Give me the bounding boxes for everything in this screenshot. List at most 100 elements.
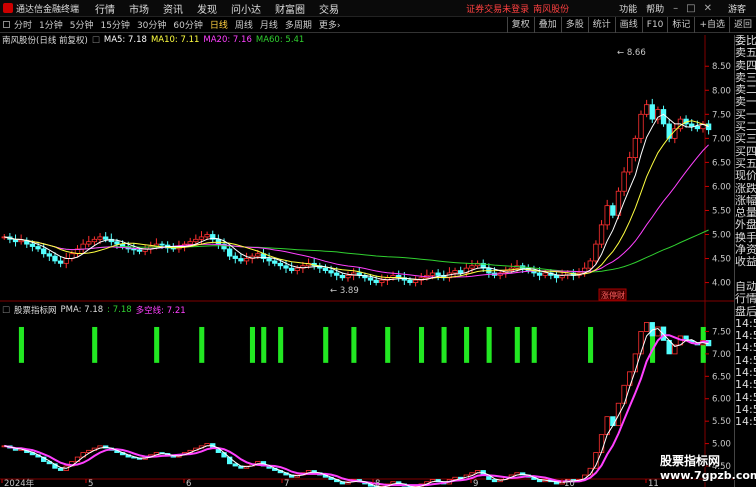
candle-body — [593, 243, 599, 262]
indicator-y-tick-label: 6.00 — [712, 395, 731, 405]
maximize-icon[interactable]: □ — [686, 3, 695, 14]
indicator-bar — [441, 326, 447, 363]
period-60min[interactable]: 60分钟 — [173, 18, 202, 31]
candle-body — [238, 258, 244, 262]
kline-chart-canvas[interactable]: 8.50 8.00 7.50 7.00 6.50 6.00 5.50 5.00 4.50 4.00… — [0, 35, 734, 487]
period-toolbar: 分时 1分钟 5分钟 15分钟 30分钟 60分钟 日线 周线 月线 多周期 更… — [0, 17, 756, 33]
period-30min[interactable]: 30分钟 — [137, 18, 166, 31]
candle-body — [29, 243, 36, 247]
menu-item-wenxiaoda[interactable]: 问小达 — [231, 1, 261, 16]
candle-body — [328, 270, 334, 274]
minimize-icon[interactable]: – — [673, 3, 678, 14]
tool-huaxian-button[interactable]: 画线 — [614, 17, 642, 33]
candle-body — [339, 274, 346, 279]
side-panel-item: 14:50 — [735, 354, 756, 367]
period-daily[interactable]: 日线 — [210, 18, 228, 31]
close-icon[interactable]: ✕ — [704, 3, 712, 14]
period-15min[interactable]: 15分钟 — [100, 18, 129, 31]
ma10-line — [4, 120, 709, 280]
x-tick-label: 7 — [284, 479, 289, 487]
x-tick-label: 5 — [88, 479, 93, 487]
candle-body — [283, 265, 289, 269]
period-monthly[interactable]: 月线 — [260, 18, 278, 31]
period-fenshi[interactable]: 分时 — [14, 18, 32, 31]
main-y-tick-label: 6.00 — [712, 182, 731, 192]
candle-body — [689, 123, 695, 127]
candle-body — [469, 265, 475, 269]
side-panel-item: 买一 — [735, 108, 756, 121]
candle-body — [187, 241, 193, 245]
indicator-bar — [486, 326, 492, 363]
tool-diejia-button[interactable]: 叠加 — [533, 17, 561, 33]
low-price-marker: ← 3.89 — [330, 286, 359, 296]
menu-item-jiaoyi[interactable]: 交易 — [319, 1, 339, 16]
menu-item-gongneng[interactable]: 功能 — [619, 2, 637, 15]
x-tick-label: 10 — [564, 479, 575, 487]
panel-toggle-checkbox[interactable] — [3, 21, 10, 28]
candle-body — [458, 270, 464, 274]
menu-item-bangzhu[interactable]: 帮助 — [646, 2, 664, 15]
side-panel-item: 换手 — [735, 231, 756, 244]
candle-body — [159, 243, 165, 246]
candle-body — [345, 274, 351, 279]
tool-duogu-button[interactable]: 多股 — [560, 17, 588, 33]
tool-biaoji-button[interactable]: 标记 — [667, 17, 694, 33]
indicator-bar — [199, 326, 205, 363]
side-panel-item: 14:50 — [735, 391, 756, 404]
tool-zixuan-button[interactable]: +自选 — [694, 17, 729, 33]
menu-item-zixun[interactable]: 资讯 — [163, 1, 183, 16]
side-panel-item: 14:50 — [735, 342, 756, 355]
candle-body — [57, 260, 64, 264]
candle-body — [41, 248, 47, 255]
side-panel-item: 卖一 — [735, 96, 756, 109]
indicator-candle — [57, 467, 64, 471]
candle-body — [604, 205, 610, 226]
candle-body — [632, 137, 639, 158]
period-multi[interactable]: 多周期 — [285, 18, 312, 31]
candle-body — [610, 205, 616, 216]
candle-body — [193, 238, 199, 243]
side-panel-item: 外盘 — [735, 219, 756, 232]
tool-f10-button[interactable]: F10 — [641, 17, 668, 33]
menu-item-hangqing[interactable]: 行情 — [95, 1, 115, 16]
tool-tongji-button[interactable]: 统计 — [587, 17, 615, 33]
main-y-tick-label: 7.50 — [712, 110, 731, 120]
candle-body — [435, 272, 441, 276]
menu-item-shichang[interactable]: 市场 — [129, 1, 149, 16]
candle-body — [86, 241, 92, 245]
login-alert[interactable]: 证券交易未登录 — [466, 2, 529, 15]
side-panel-item: 买三 — [735, 133, 756, 146]
indicator-candle — [610, 416, 616, 427]
guest-label[interactable]: 游客 — [728, 2, 746, 15]
period-weekly[interactable]: 周线 — [235, 18, 253, 31]
limit-up-badge-label: 涨停财 — [601, 290, 625, 300]
tool-fuquan-button[interactable]: 复权 — [506, 17, 534, 33]
candle-body — [407, 279, 413, 283]
main-y-tick-label: 4.00 — [712, 279, 731, 289]
x-tick-label: 11 — [648, 479, 659, 487]
period-1min[interactable]: 1分钟 — [39, 18, 63, 31]
menu-item-caifuquan[interactable]: 财富圈 — [275, 1, 305, 16]
indicator-y-tick-label: 7.50 — [712, 327, 731, 337]
candle-body — [277, 262, 284, 267]
tool-fanhui-button[interactable]: 返回 — [728, 17, 756, 33]
indicator-y-tick-label: 7.00 — [712, 350, 731, 360]
candle-body — [334, 272, 340, 276]
main-y-tick-label: 7.00 — [712, 134, 731, 144]
duokong-line — [4, 334, 709, 487]
main-y-tick-label: 5.00 — [712, 231, 731, 241]
candle-body — [136, 249, 143, 252]
indicator-bar — [261, 326, 267, 363]
candle-body — [63, 258, 69, 264]
indicator-candle — [638, 331, 644, 355]
side-panel-item: 14:50 — [735, 317, 756, 330]
side-panel-item: 净资 — [735, 244, 756, 257]
menu-item-faxian[interactable]: 发现 — [197, 1, 217, 16]
period-more[interactable]: 更多› — [319, 18, 341, 31]
candle-body — [288, 267, 295, 271]
site-watermark: 股票指标网 www.7gpzb.com — [660, 452, 756, 486]
side-panel-item: 行情 — [735, 293, 756, 306]
candle-body — [198, 236, 205, 240]
candle-body — [226, 248, 233, 257]
period-5min[interactable]: 5分钟 — [70, 18, 94, 31]
